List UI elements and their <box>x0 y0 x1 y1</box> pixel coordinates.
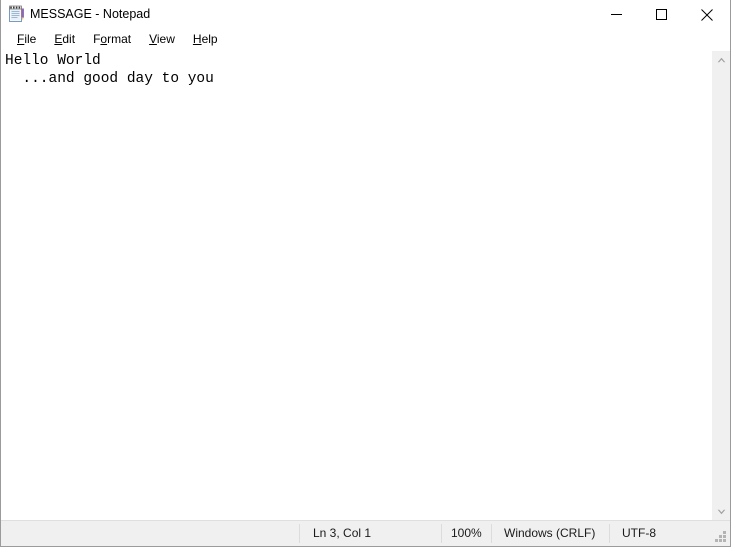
menu-item-file[interactable]: File <box>8 29 45 50</box>
status-separator <box>299 524 300 543</box>
window-title: MESSAGE - Notepad <box>30 7 151 21</box>
status-zoom-level: 100% <box>451 526 482 540</box>
status-line-column: Ln 3, Col 1 <box>313 526 372 540</box>
status-bar: Ln 3, Col 1 100% Windows (CRLF) UTF-8 <box>1 520 730 546</box>
menu-item-edit[interactable]: Edit <box>45 29 84 50</box>
status-line-ending: Windows (CRLF) <box>504 526 596 540</box>
menu-accel-view: V <box>149 32 157 46</box>
menu-label-view-after: iew <box>156 32 175 46</box>
text-editor[interactable]: Hello World ...and good day to you <box>1 51 712 520</box>
menu-item-format[interactable]: Format <box>84 29 140 50</box>
scroll-down-button[interactable] <box>713 503 730 520</box>
menu-label-help-after: elp <box>201 32 218 46</box>
notepad-icon <box>8 5 25 23</box>
maximize-button[interactable] <box>639 0 684 29</box>
editor-area: Hello World ...and good day to you <box>1 50 730 520</box>
minimize-icon <box>611 14 622 15</box>
menu-label-file-after: ile <box>24 32 37 46</box>
notepad-window: MESSAGE - Notepad File Edit Format View … <box>0 0 731 547</box>
chevron-up-icon <box>717 57 726 62</box>
status-separator <box>441 524 442 543</box>
menu-accel-help: H <box>192 32 202 46</box>
maximize-icon <box>656 9 667 20</box>
menu-item-help[interactable]: Help <box>184 29 227 50</box>
status-separator <box>609 524 610 543</box>
minimize-button[interactable] <box>594 0 639 29</box>
menu-label-edit-after: dit <box>62 32 76 46</box>
vertical-scrollbar[interactable] <box>712 51 730 520</box>
status-encoding: UTF-8 <box>622 526 656 540</box>
status-separator <box>491 524 492 543</box>
menu-label-format-after: rmat <box>107 32 132 46</box>
scroll-up-button[interactable] <box>713 51 730 68</box>
scrollbar-track[interactable] <box>713 68 730 503</box>
title-bar: MESSAGE - Notepad <box>1 0 730 29</box>
menu-bar: File Edit Format View Help <box>1 29 730 50</box>
close-button[interactable] <box>684 0 729 29</box>
chevron-down-icon <box>717 509 726 514</box>
close-icon <box>700 8 713 21</box>
editor-content: Hello World ...and good day to you <box>5 53 214 87</box>
menu-item-view[interactable]: View <box>140 29 184 50</box>
resize-grip[interactable] <box>714 530 727 543</box>
